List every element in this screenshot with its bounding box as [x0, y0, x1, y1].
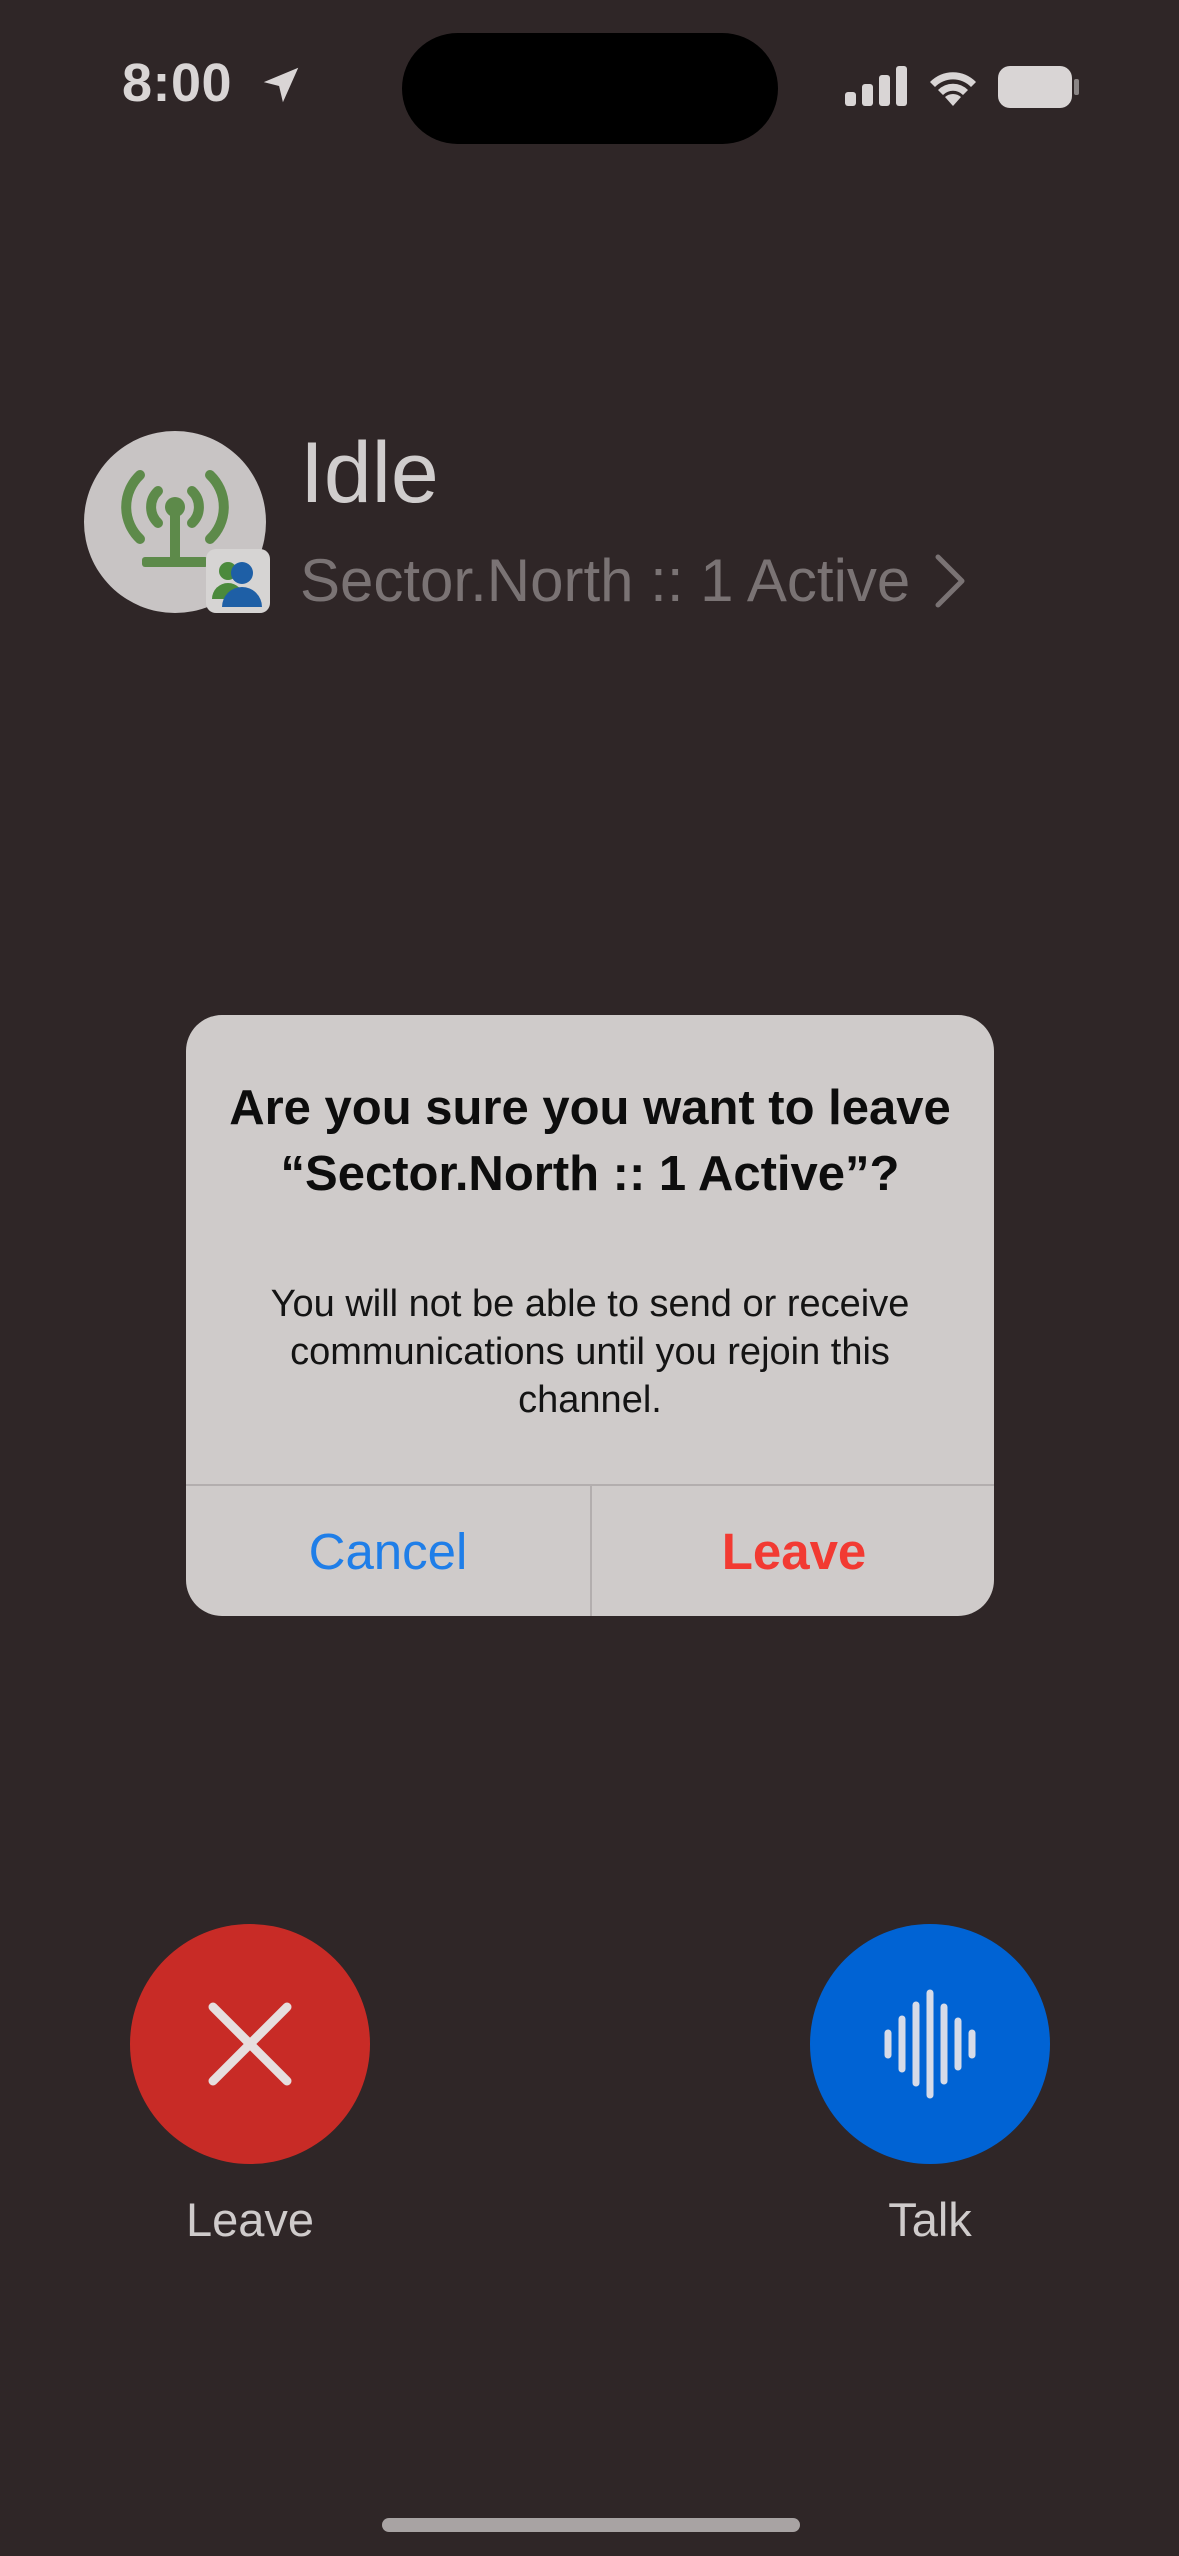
user-badge: [206, 549, 270, 613]
chevron-right-icon: [935, 554, 965, 607]
channel-link[interactable]: Sector.North :: 1 Active: [300, 546, 968, 615]
channel-status: Idle: [300, 425, 439, 521]
wifi-icon: [930, 72, 976, 106]
user-group-icon: [212, 562, 262, 607]
alert-message: You will not be able to send or receive …: [270, 1283, 910, 1421]
leave-confirmation-alert: Are you sure you want to leave “Sector.N…: [186, 1015, 994, 1616]
close-icon: [208, 2002, 292, 2086]
alert-leave-button[interactable]: Leave: [592, 1486, 994, 1616]
battery-icon: [998, 66, 1079, 108]
alert-cancel-button[interactable]: Cancel: [186, 1486, 590, 1616]
home-indicator[interactable]: [382, 2518, 800, 2532]
leave-channel-button[interactable]: [130, 1924, 370, 2164]
leave-button-label: Leave: [185, 2193, 315, 2246]
status-time: 8:00: [122, 53, 233, 113]
channel-subtitle: Sector.North :: 1 Active: [300, 547, 911, 614]
talk-button-label: Talk: [888, 2193, 972, 2246]
alert-title: Are you sure you want to leave “Sector.N…: [229, 1081, 951, 1201]
location-arrow-icon: [263, 67, 299, 103]
cellular-signal-icon: [845, 66, 907, 106]
waveform-icon: [884, 1989, 976, 2099]
talk-button[interactable]: [810, 1924, 1050, 2164]
dynamic-island: [402, 33, 778, 144]
channel-avatar[interactable]: [84, 431, 270, 613]
ptt-screen: 8:00 Idle Sector.North:: 1 Active Are y…: [0, 0, 1179, 2556]
